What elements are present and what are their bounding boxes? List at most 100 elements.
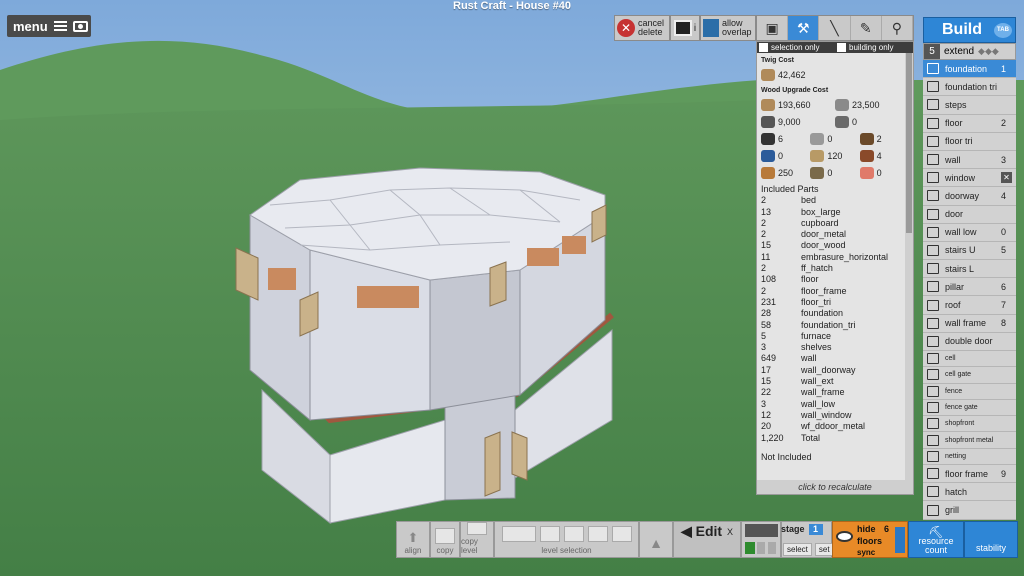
cost-value: 0	[852, 116, 858, 127]
hammer-icon[interactable]: ⚒	[788, 16, 820, 40]
menu-label: menu	[13, 18, 48, 34]
build-item-floor[interactable]: floor 2	[923, 114, 1016, 133]
embrasure	[527, 248, 559, 266]
build-item-stairs-l[interactable]: stairs L	[923, 260, 1016, 279]
twig-cost: 42,462	[761, 68, 909, 81]
cost-item: 0	[810, 132, 859, 145]
wrench-icon[interactable]: ✎	[851, 16, 882, 40]
build-item-label: shopfront metal	[945, 436, 994, 444]
cloth-icon	[810, 149, 825, 162]
build-item-hatch[interactable]: hatch	[923, 483, 1016, 502]
sync-label[interactable]: sync	[857, 548, 875, 557]
build-item-foundation[interactable]: foundation 1	[923, 60, 1016, 79]
build-item-netting[interactable]: netting	[923, 448, 1016, 466]
selection-only-filter[interactable]: selection only	[757, 43, 835, 52]
stability-button[interactable]: stability	[964, 521, 1018, 558]
scrollbar[interactable]	[905, 53, 913, 481]
cube-icon[interactable]: ▣	[757, 16, 789, 40]
build-item-wall-frame[interactable]: wall frame 8	[923, 314, 1016, 333]
resource-count-button[interactable]: ⛏ resource count	[908, 521, 964, 558]
build-item-floor-frame[interactable]: floor frame 9	[923, 465, 1016, 484]
copy-level-button[interactable]: copy level	[460, 521, 494, 558]
build-item-double-door[interactable]: double door	[923, 332, 1016, 351]
build-item-cell[interactable]: cell	[923, 351, 1016, 368]
hide-floors-button[interactable]: hide 6 floors sync	[832, 521, 908, 558]
build-item-wall[interactable]: wall 3	[923, 150, 1016, 170]
build-item-stairs-u[interactable]: stairs U 5	[923, 241, 1016, 261]
checkbox[interactable]	[759, 43, 768, 52]
cost-item: 4	[859, 149, 909, 162]
edit-input[interactable]	[745, 524, 778, 537]
part-qty: 2	[761, 285, 767, 296]
level-icons	[501, 526, 632, 544]
scrollbar-thumb[interactable]	[906, 53, 912, 233]
included-parts-header: Included Parts	[761, 184, 819, 194]
camera-view-button[interactable]: i	[670, 15, 700, 41]
build-item-fence[interactable]: fence	[923, 383, 1016, 400]
build-item-doorway[interactable]: doorway 4	[923, 187, 1016, 206]
set-button[interactable]: set	[814, 543, 834, 556]
edit-close[interactable]: X	[727, 527, 733, 537]
allow-overlap-button[interactable]: allow overlap	[700, 15, 756, 41]
build-header[interactable]: Build TAB	[923, 17, 1016, 43]
part-name: embrasure_horizontal	[801, 251, 889, 262]
window-title: Rust Craft - House #40	[453, 0, 571, 12]
selection-only-label: selection only	[771, 43, 820, 52]
tarp-icon	[761, 149, 775, 162]
build-item-steps[interactable]: steps	[923, 96, 1016, 115]
build-item-label: floor frame	[945, 468, 989, 479]
build-item-shopfront[interactable]: shopfront	[923, 416, 1016, 433]
build-item-wall-low[interactable]: wall low 0	[923, 223, 1016, 242]
menu-button[interactable]: menu	[7, 15, 91, 37]
extend-button[interactable]: 5 extend ◆◆◆	[923, 43, 1016, 60]
part-row: 108 floor	[761, 274, 909, 285]
part-name: furnace	[801, 330, 832, 341]
cell-gate-icon	[927, 369, 939, 381]
stage-control[interactable]: stage 1	[781, 524, 823, 535]
level-selection[interactable]: level selection	[494, 521, 639, 558]
build-item-foundation-tri[interactable]: foundation tri	[923, 78, 1016, 97]
build-item-roof[interactable]: roof 7	[923, 296, 1016, 315]
build-item-window[interactable]: window ✕	[923, 169, 1016, 188]
close-icon[interactable]: ✕	[1001, 172, 1012, 184]
part-row: 3 wall_low	[761, 399, 909, 410]
build-item-fence-gate[interactable]: fence gate	[923, 399, 1016, 417]
copy-button[interactable]: copy	[430, 521, 460, 558]
build-item-grill[interactable]: grill	[923, 501, 1016, 520]
build-item-label: stairs U	[945, 245, 976, 256]
part-row: 5 furnace	[761, 331, 909, 342]
recalculate-button[interactable]: click to recalculate	[757, 480, 913, 494]
build-item-shopfront-metal[interactable]: shopfront metal	[923, 432, 1016, 449]
cancel-delete-button[interactable]: ✕ cancel delete	[614, 15, 670, 41]
part-name: foundation_tri	[801, 319, 856, 330]
lock-icon[interactable]	[757, 542, 765, 554]
camera-icon[interactable]	[72, 20, 88, 32]
hatchet-icon[interactable]: ⚲	[882, 16, 914, 40]
cost-value: 6	[778, 133, 784, 144]
build-title: Build	[942, 21, 982, 38]
lock-icon[interactable]	[768, 542, 776, 554]
included-parts-list: Included Parts 2 bed 13 box_large 2 cupboard 2…	[757, 181, 913, 444]
lock-icon[interactable]	[745, 542, 755, 554]
floor-arrows[interactable]	[895, 527, 905, 553]
build-item-floor-tri[interactable]: floor tri	[923, 132, 1016, 151]
part-qty: 2	[761, 263, 767, 274]
cost-item: 0	[835, 115, 909, 128]
build-item-pillar[interactable]: pillar 6	[923, 278, 1016, 297]
build-item-door[interactable]: door	[923, 205, 1016, 224]
build-item-label: hatch	[945, 486, 968, 497]
stairs-u-icon	[927, 244, 939, 256]
align-button[interactable]: ⬆ align	[396, 521, 430, 558]
checkbox[interactable]	[837, 43, 846, 52]
hotkey: 1	[1000, 63, 1006, 74]
level-mode-button[interactable]: ▲	[639, 521, 673, 558]
part-name: ff_hatch	[801, 263, 833, 274]
stage-value[interactable]: 1	[808, 524, 823, 535]
fence-gate-icon	[927, 402, 939, 414]
part-row: 20 wf_ddoor_metal	[761, 421, 909, 432]
pen-icon[interactable]: ╲	[819, 16, 851, 40]
building-only-filter[interactable]: building only	[835, 43, 913, 52]
build-item-cell-gate[interactable]: cell gate	[923, 367, 1016, 384]
part-name: floor	[801, 274, 819, 285]
select-button[interactable]: select	[783, 543, 812, 556]
